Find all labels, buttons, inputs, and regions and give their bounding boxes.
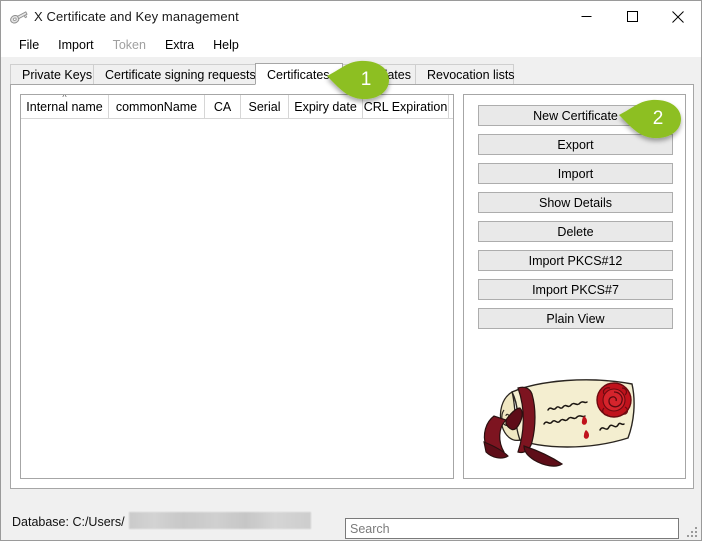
actions-panel: New Certificate Export Import Show Detai… (463, 94, 686, 479)
key-icon (8, 6, 30, 28)
tab-certificate-signing-requests[interactable]: Certificate signing requests (93, 64, 256, 85)
menu-item-token: Token (112, 37, 146, 52)
import-pkcs12-button[interactable]: Import PKCS#12 (478, 250, 673, 271)
close-icon[interactable] (655, 1, 701, 32)
window-title: X Certificate and Key management (34, 9, 239, 24)
column-header-internal-name[interactable]: ^ Internal name (21, 95, 109, 118)
menu-item-extra[interactable]: Extra (156, 35, 203, 55)
database-path-redacted (129, 512, 311, 529)
column-header-commonname[interactable]: commonName (109, 95, 205, 118)
status-bar: Database: C:/Users/ (1, 504, 701, 540)
certificates-panel: ^ Internal name commonName CA Serial Exp… (10, 84, 694, 489)
certificates-list-header: ^ Internal name commonName CA Serial Exp… (21, 95, 453, 119)
tab-revocation-lists[interactable]: Revocation lists (415, 64, 515, 85)
certificates-list-body[interactable] (21, 119, 453, 478)
show-details-button[interactable]: Show Details (478, 192, 673, 213)
import-button[interactable]: Import (478, 163, 673, 184)
plain-view-button[interactable]: Plain View (478, 308, 673, 329)
column-header-label: CRL Expiration (363, 99, 448, 114)
app-window: X Certificate and Key management File Im… (0, 0, 702, 541)
column-header-ca[interactable]: CA (205, 95, 241, 118)
tab-strip: Private Keys Certificate signing request… (10, 63, 694, 85)
menu-item-import[interactable]: Import (49, 35, 102, 55)
column-header-label: commonName (115, 99, 198, 114)
tab-private-keys[interactable]: Private Keys (10, 64, 94, 85)
resize-grip-icon[interactable] (686, 526, 698, 538)
menu-bar: File Import Token Extra Help (1, 32, 701, 57)
delete-button[interactable]: Delete (478, 221, 673, 242)
tab-certificates[interactable]: Certificates (255, 63, 343, 85)
new-certificate-button[interactable]: New Certificate (478, 105, 673, 126)
main-content: Private Keys Certificate signing request… (1, 57, 701, 504)
sort-ascending-icon: ^ (62, 95, 67, 102)
certificates-list[interactable]: ^ Internal name commonName CA Serial Exp… (20, 94, 454, 479)
column-header-expiry-date[interactable]: Expiry date (289, 95, 363, 118)
window-controls (563, 1, 701, 32)
column-header-filler (449, 95, 453, 118)
menu-item-help[interactable]: Help (204, 35, 248, 55)
column-header-crl-expiration[interactable]: CRL Expiration (363, 95, 449, 118)
export-button[interactable]: Export (478, 134, 673, 155)
search-container (345, 518, 679, 539)
maximize-icon[interactable] (609, 1, 655, 32)
search-input[interactable] (345, 518, 679, 539)
database-path-label: Database: C:/Users/ (12, 515, 125, 529)
column-header-serial[interactable]: Serial (241, 95, 289, 118)
certificate-scroll-illustration (480, 364, 670, 469)
menu-item-file[interactable]: File (10, 35, 48, 55)
tab-templates[interactable]: Templates (342, 64, 416, 85)
column-header-label: CA (213, 99, 232, 114)
title-bar: X Certificate and Key management (1, 1, 701, 32)
column-header-label: Serial (248, 99, 281, 114)
column-header-label: Expiry date (294, 99, 357, 114)
import-pkcs7-button[interactable]: Import PKCS#7 (478, 279, 673, 300)
minimize-icon[interactable] (563, 1, 609, 32)
